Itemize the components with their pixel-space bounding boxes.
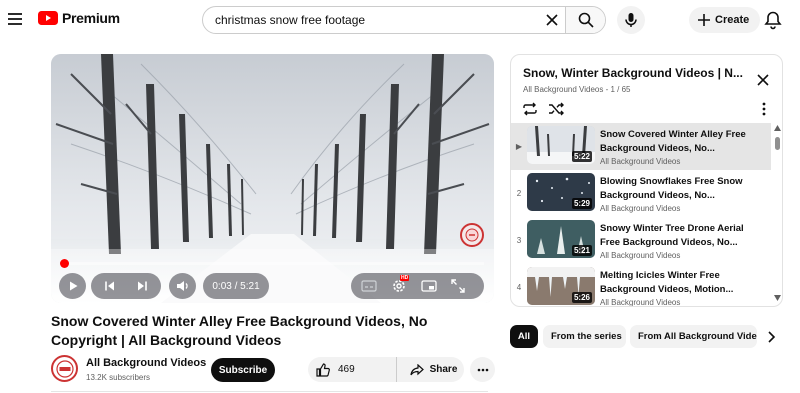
fullscreen-icon[interactable] (451, 279, 465, 293)
playlist-item[interactable]: 3 5:21 Snowy Winter Tree Drone Aerial Fr… (511, 217, 771, 264)
item-thumbnail: 5:22 (527, 126, 595, 164)
current-time: 0:03 (212, 280, 232, 292)
channel-row: All Background Videos 13.2K subscribers … (51, 354, 496, 386)
top-bar: Premium Create (0, 0, 800, 40)
playlist-scrollbar-thumb[interactable] (775, 137, 780, 150)
playlist-more-icon[interactable] (756, 101, 772, 117)
playlist-item[interactable]: 2 5:29 Blowing Snowflakes Free Snow Back… (511, 170, 771, 217)
playlist-items: ▶ 5:22 Snow Covered Winter Alley Free Ba… (511, 123, 771, 307)
loop-playlist-icon[interactable] (522, 101, 538, 117)
channel-name[interactable]: All Background Videos (86, 357, 206, 369)
search-input[interactable] (203, 7, 539, 33)
hd-badge: HD (400, 275, 410, 281)
share-button[interactable]: Share (403, 357, 464, 382)
item-thumbnail: 5:21 (527, 220, 595, 258)
play-button[interactable] (59, 273, 86, 299)
filter-chips: All From the series From All Background … (510, 325, 800, 349)
volume-icon (176, 281, 188, 291)
item-duration: 5:26 (571, 292, 592, 303)
item-duration: 5:22 (571, 151, 592, 162)
item-channel: All Background Videos (600, 157, 681, 166)
playlist-subtitle: All Background Videos - 1 / 65 (523, 85, 631, 94)
chip-from-channel[interactable]: From All Background Videos (630, 325, 757, 348)
more-horizontal-icon (477, 368, 488, 371)
item-thumbnail: 5:26 (527, 267, 595, 305)
notifications-bell-icon[interactable] (763, 10, 783, 30)
microphone-icon (625, 13, 637, 27)
player-settings-group: HD (351, 273, 484, 299)
menu-icon[interactable] (5, 9, 25, 29)
like-button[interactable]: 469 (308, 357, 397, 382)
share-label: Share (429, 364, 458, 375)
item-channel: All Background Videos (600, 298, 681, 307)
item-index: 3 (516, 236, 522, 245)
channel-watermark-icon[interactable] (460, 223, 484, 247)
play-icon (69, 281, 77, 291)
scroll-up-arrow-icon[interactable] (774, 125, 781, 131)
item-title: Snowy Winter Tree Drone Aerial Free Back… (600, 223, 744, 248)
search-box (202, 6, 606, 34)
next-icon[interactable] (136, 280, 148, 292)
item-index: 4 (516, 283, 522, 292)
progress-fill (60, 259, 69, 268)
subscriber-count: 13.2K subscribers (86, 373, 151, 382)
item-channel: All Background Videos (600, 204, 681, 213)
youtube-logo-icon (38, 11, 58, 25)
voice-search-button[interactable] (617, 6, 645, 34)
settings-icon[interactable]: HD (391, 275, 410, 294)
total-duration: 5:21 (240, 280, 260, 292)
more-actions-button[interactable] (470, 357, 495, 382)
item-title: Blowing Snowflakes Free Snow Background … (600, 176, 743, 201)
plus-icon (698, 14, 710, 26)
chip-all[interactable]: All (510, 325, 538, 348)
share-icon (409, 363, 424, 375)
like-count: 469 (338, 364, 355, 375)
item-duration: 5:21 (571, 245, 592, 256)
scroll-down-arrow-icon[interactable] (774, 295, 781, 301)
playlist-item[interactable]: 4 5:26 Melting Icicles Winter Free Backg… (511, 264, 771, 307)
time-display: 0:03 / 5:21 (203, 273, 269, 299)
item-index: 2 (516, 189, 522, 198)
chevron-right-icon[interactable] (763, 329, 779, 345)
youtube-premium-logo[interactable]: Premium (38, 10, 120, 26)
create-button[interactable]: Create (689, 7, 761, 33)
video-frame (51, 54, 494, 303)
logo-text: Premium (62, 10, 120, 26)
create-label: Create (715, 14, 750, 26)
item-duration: 5:29 (571, 198, 592, 209)
subscribe-button[interactable]: Subscribe (211, 358, 275, 382)
item-channel: All Background Videos (600, 251, 681, 260)
item-title: Melting Icicles Winter Free Background V… (600, 270, 734, 295)
divider (51, 391, 488, 392)
item-thumbnail: 5:29 (527, 173, 595, 211)
search-button[interactable] (565, 7, 605, 33)
video-title: Snow Covered Winter Alley Free Backgroun… (51, 313, 428, 348)
miniplayer-icon[interactable] (421, 280, 437, 292)
thumbs-up-icon (316, 362, 330, 377)
progress-scrubber[interactable] (60, 259, 69, 268)
chip-from-the-series[interactable]: From the series (543, 325, 626, 348)
item-title: Snow Covered Winter Alley Free Backgroun… (600, 129, 746, 154)
now-playing-indicator: ▶ (515, 142, 523, 151)
time-separator: / (231, 280, 241, 292)
search-icon (578, 12, 594, 28)
playlist-panel: Snow, Winter Background Videos | N... Al… (510, 54, 783, 307)
close-playlist-icon[interactable] (754, 71, 772, 89)
playlist-item[interactable]: ▶ 5:22 Snow Covered Winter Alley Free Ba… (511, 123, 771, 170)
playlist-title[interactable]: Snow, Winter Background Videos | N... (523, 66, 751, 80)
volume-button[interactable] (169, 273, 196, 299)
skip-controls (91, 273, 161, 299)
previous-icon[interactable] (104, 280, 116, 292)
progress-bar[interactable] (60, 259, 484, 268)
channel-avatar[interactable] (51, 355, 78, 382)
video-player[interactable]: 0:03 / 5:21 HD (51, 54, 494, 303)
shuffle-icon[interactable] (548, 101, 564, 117)
clear-search-icon[interactable] (539, 7, 565, 33)
subtitles-icon[interactable] (361, 280, 377, 292)
